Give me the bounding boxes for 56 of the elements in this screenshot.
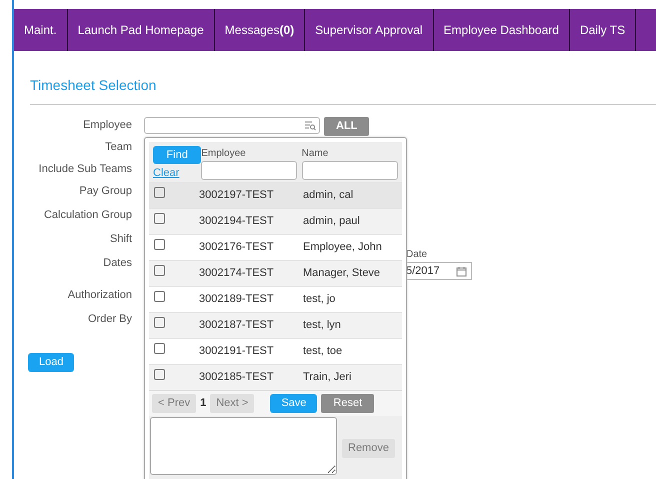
table-cell-text: test, jo bbox=[303, 292, 336, 308]
field-label: Calculation Group bbox=[44, 209, 132, 221]
table-cell: 3002191-TEST bbox=[199, 345, 274, 358]
checkbox[interactable] bbox=[154, 187, 165, 198]
selection-box[interactable] bbox=[150, 417, 337, 475]
field-label: Dates bbox=[103, 257, 132, 269]
filter-field[interactable] bbox=[201, 161, 298, 180]
table-row[interactable]: 3002194-TEST admin, paul bbox=[149, 208, 402, 234]
table-cell: 3002187-TEST bbox=[199, 319, 274, 332]
page-title: Timesheet Selection bbox=[30, 76, 158, 95]
checkbox[interactable] bbox=[154, 369, 165, 380]
table-cell: 3002194-TEST bbox=[199, 215, 274, 228]
nav-link[interactable]: Employee Dashboard bbox=[434, 9, 570, 51]
table-row[interactable]: 3002187-TEST test, lyn bbox=[149, 312, 402, 338]
checkbox[interactable] bbox=[154, 291, 165, 302]
checkbox[interactable] bbox=[154, 265, 165, 276]
table-row[interactable]: 3002197-TEST admin, cal bbox=[149, 182, 402, 208]
field-label: Team bbox=[105, 141, 132, 153]
table-cell-text: test, lyn bbox=[303, 318, 341, 334]
field-label: Date bbox=[406, 248, 428, 262]
field-label: Pay Group bbox=[79, 185, 132, 197]
calendar-icon[interactable] bbox=[456, 266, 467, 276]
nav-link[interactable]: Maint. bbox=[14, 9, 68, 51]
page-number: 1 bbox=[200, 396, 206, 412]
field-label: Employee bbox=[83, 119, 132, 131]
column-header: Name bbox=[302, 147, 330, 161]
employee-field[interactable] bbox=[144, 117, 320, 134]
column-header: Employee bbox=[201, 147, 247, 161]
date-field[interactable]: 5/2017 bbox=[406, 262, 472, 280]
table-row[interactable]: 3002185-TEST Train, Jeri bbox=[149, 364, 402, 390]
checkbox[interactable] bbox=[154, 343, 165, 354]
field-label: Order By bbox=[88, 313, 132, 325]
checkbox[interactable] bbox=[154, 317, 165, 328]
table-cell-text: Manager, Steve bbox=[303, 266, 380, 282]
table-cell-text: Employee, John bbox=[303, 240, 382, 256]
table-cell-text: admin, cal bbox=[303, 188, 354, 204]
table-cell-text: Train, Jeri bbox=[303, 370, 352, 386]
table-cell-text: admin, paul bbox=[303, 214, 360, 230]
table-cell: 3002197-TEST bbox=[199, 189, 274, 202]
field-label: Include Sub Teams bbox=[38, 163, 132, 175]
lookup-icon[interactable] bbox=[304, 120, 316, 131]
nav-link[interactable]: Supervisor Approval bbox=[305, 9, 434, 51]
nav-link[interactable]: Daily TS bbox=[570, 9, 636, 51]
field-label: Authorization bbox=[68, 289, 132, 301]
table-cell: 3002189-TEST bbox=[199, 293, 274, 306]
checkbox[interactable] bbox=[154, 213, 165, 224]
table-cell: 3002185-TEST bbox=[199, 371, 274, 384]
table-row[interactable]: 3002174-TEST Manager, Steve bbox=[149, 260, 402, 286]
nav-link[interactable]: Messages(0) bbox=[214, 9, 306, 51]
field-label: Shift bbox=[110, 233, 132, 245]
table-cell-text: test, toe bbox=[303, 344, 342, 360]
checkbox[interactable] bbox=[154, 239, 165, 250]
filter-field[interactable] bbox=[302, 161, 398, 180]
table-cell: 3002174-TEST bbox=[199, 267, 274, 280]
table-cell: 3002176-TEST bbox=[199, 241, 274, 254]
nav-link[interactable]: Launch Pad Homepage bbox=[68, 9, 215, 51]
